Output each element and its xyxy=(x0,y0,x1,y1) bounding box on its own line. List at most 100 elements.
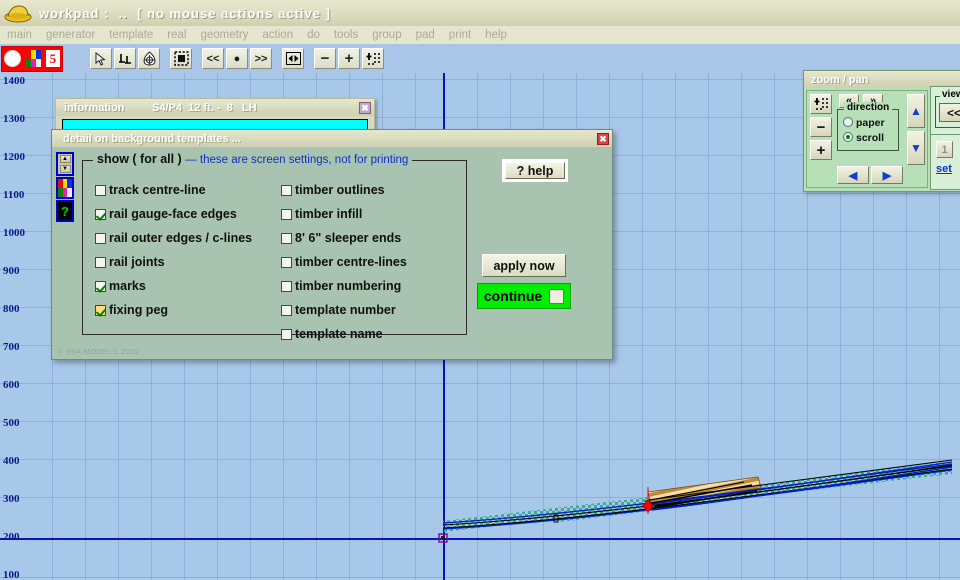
option-label: rail outer edges / c-lines xyxy=(109,231,253,245)
detail-background-templates-dialog[interactable]: detail on background templates ... ✖ ▲ ▼… xyxy=(51,129,613,360)
pan-up-button[interactable]: ▲ xyxy=(907,94,925,128)
pan-down-button[interactable]: ▼ xyxy=(907,131,925,165)
menu-item-template[interactable]: template xyxy=(102,29,160,41)
zoom-fit-button[interactable] xyxy=(362,48,384,69)
checkbox-icon[interactable] xyxy=(95,256,106,268)
option-rail-outer-edges-c-lines[interactable]: rail outer edges / c-lines xyxy=(95,226,280,250)
set-link[interactable]: set xyxy=(936,163,952,175)
option-label: rail joints xyxy=(109,255,165,269)
y-axis-tick-label: 1000 xyxy=(3,227,25,239)
y-axis-tick-label: 600 xyxy=(3,379,20,391)
radio-option-paper[interactable]: paper xyxy=(843,117,885,129)
menu-item-geometry[interactable]: geometry xyxy=(193,29,255,41)
radio-icon[interactable] xyxy=(843,117,853,127)
option-template-name[interactable]: template name xyxy=(281,322,461,346)
previous-button[interactable]: << xyxy=(202,48,224,69)
information-window-title: information S4/P4 12 ft. - 8 LH xyxy=(64,101,257,114)
option-label: track centre-line xyxy=(109,183,206,197)
menu-item-print[interactable]: print xyxy=(442,29,478,41)
y-axis-tick-label: 300 xyxy=(3,493,20,505)
checkbox-icon[interactable] xyxy=(95,208,106,220)
menu-item-group[interactable]: group xyxy=(365,29,408,41)
option-timber-centre-lines[interactable]: timber centre-lines xyxy=(281,250,461,274)
help-button[interactable]: ? help xyxy=(505,162,565,179)
close-icon[interactable]: ✖ xyxy=(359,101,371,114)
checkbox-icon[interactable] xyxy=(281,232,292,244)
checkbox-icon[interactable] xyxy=(281,304,292,316)
y-axis-tick-label: 1300 xyxy=(3,113,25,125)
menu-item-do[interactable]: do xyxy=(300,29,327,41)
continue-button-label: continue xyxy=(483,288,543,304)
direction-group: direction paper scroll xyxy=(837,102,899,151)
pointer-tool-button[interactable] xyxy=(90,48,112,69)
arrow-down-icon[interactable]: ▼ xyxy=(59,164,71,173)
option-sleeper-ends[interactable]: 8' 6" sleeper ends xyxy=(281,226,461,250)
divider xyxy=(931,134,960,135)
view-legend: view xyxy=(940,89,960,100)
checkbox-icon[interactable] xyxy=(281,184,292,196)
dialog-titlebar: detail on background templates ... ✖ xyxy=(52,130,612,147)
radio-option-scroll[interactable]: scroll xyxy=(843,132,884,144)
y-axis-tick-label: 900 xyxy=(3,265,20,277)
option-timber-infill[interactable]: timber infill xyxy=(281,202,461,226)
y-axis-tick-label: 700 xyxy=(3,341,20,353)
zoom-fit-button[interactable] xyxy=(810,94,832,114)
view-number-button[interactable]: 1 xyxy=(936,141,953,158)
zoom-in-button[interactable]: + xyxy=(338,48,360,69)
checkbox-icon[interactable] xyxy=(95,184,106,196)
view-panel[interactable]: view << 1 set xyxy=(930,86,960,190)
updown-arrows-icon[interactable]: ▲ ▼ xyxy=(56,152,74,176)
palette-icon[interactable] xyxy=(56,177,74,199)
checkbox-icon[interactable] xyxy=(95,304,106,316)
checkbox-icon[interactable] xyxy=(281,208,292,220)
flip-button[interactable] xyxy=(282,48,304,69)
dot-button[interactable]: ● xyxy=(226,48,248,69)
direction-legend: direction xyxy=(844,102,893,113)
radio-label: paper xyxy=(856,117,885,129)
arrow-up-icon[interactable]: ▲ xyxy=(59,155,71,164)
menu-item-pad[interactable]: pad xyxy=(409,29,442,41)
menu-item-help[interactable]: help xyxy=(478,29,514,41)
option-label: timber outlines xyxy=(295,183,385,197)
checkbox-icon[interactable] xyxy=(281,280,292,292)
zoom-out-button[interactable]: − xyxy=(810,117,832,137)
apply-now-button[interactable]: apply now xyxy=(482,254,566,277)
continue-button[interactable]: continue xyxy=(477,283,571,309)
select-region-tool-button[interactable] xyxy=(170,48,192,69)
option-track-centre-line[interactable]: track centre-line xyxy=(95,178,280,202)
checkbox-icon[interactable] xyxy=(95,232,106,244)
option-template-number[interactable]: template number xyxy=(281,298,461,322)
option-label: rail gauge-face edges xyxy=(109,207,237,221)
zoom-out-button[interactable]: − xyxy=(314,48,336,69)
menu-item-real[interactable]: real xyxy=(160,29,193,41)
option-rail-gauge-face-edges[interactable]: rail gauge-face edges xyxy=(95,202,280,226)
option-timber-numbering[interactable]: timber numbering xyxy=(281,274,461,298)
zoom-in-button[interactable]: + xyxy=(810,140,832,160)
status-indicator-box[interactable]: 5 xyxy=(1,45,63,72)
menu-item-main[interactable]: main xyxy=(0,29,39,41)
option-timber-outlines[interactable]: timber outlines xyxy=(281,178,461,202)
target-tool-button[interactable] xyxy=(138,48,160,69)
option-label: timber infill xyxy=(295,207,363,221)
option-rail-joints[interactable]: rail joints xyxy=(95,250,280,274)
menu-item-action[interactable]: action xyxy=(255,29,300,41)
checkbox-icon[interactable] xyxy=(281,256,292,268)
menu-item-generator[interactable]: generator xyxy=(39,29,102,41)
snap-tool-button[interactable] xyxy=(114,48,136,69)
next-button[interactable]: >> xyxy=(250,48,272,69)
radio-icon[interactable] xyxy=(843,132,853,142)
layer-number[interactable]: 5 xyxy=(45,50,60,67)
menu-item-tools[interactable]: tools xyxy=(327,29,365,41)
option-label: marks xyxy=(109,279,146,293)
option-fixing-peg[interactable]: fixing peg xyxy=(95,298,280,322)
help-button-frame[interactable]: ? help xyxy=(502,159,568,182)
pan-left-button[interactable]: ◀ xyxy=(837,166,869,184)
question-help-icon[interactable]: ? xyxy=(56,200,74,222)
checkbox-icon[interactable] xyxy=(95,280,106,292)
view-back-button[interactable]: << xyxy=(939,103,960,122)
y-axis-tick-label: 1100 xyxy=(3,189,25,201)
option-marks[interactable]: marks xyxy=(95,274,280,298)
pan-right-button[interactable]: ▶ xyxy=(871,166,903,184)
checkbox-icon[interactable] xyxy=(281,328,292,340)
close-icon[interactable]: ✖ xyxy=(597,132,609,145)
